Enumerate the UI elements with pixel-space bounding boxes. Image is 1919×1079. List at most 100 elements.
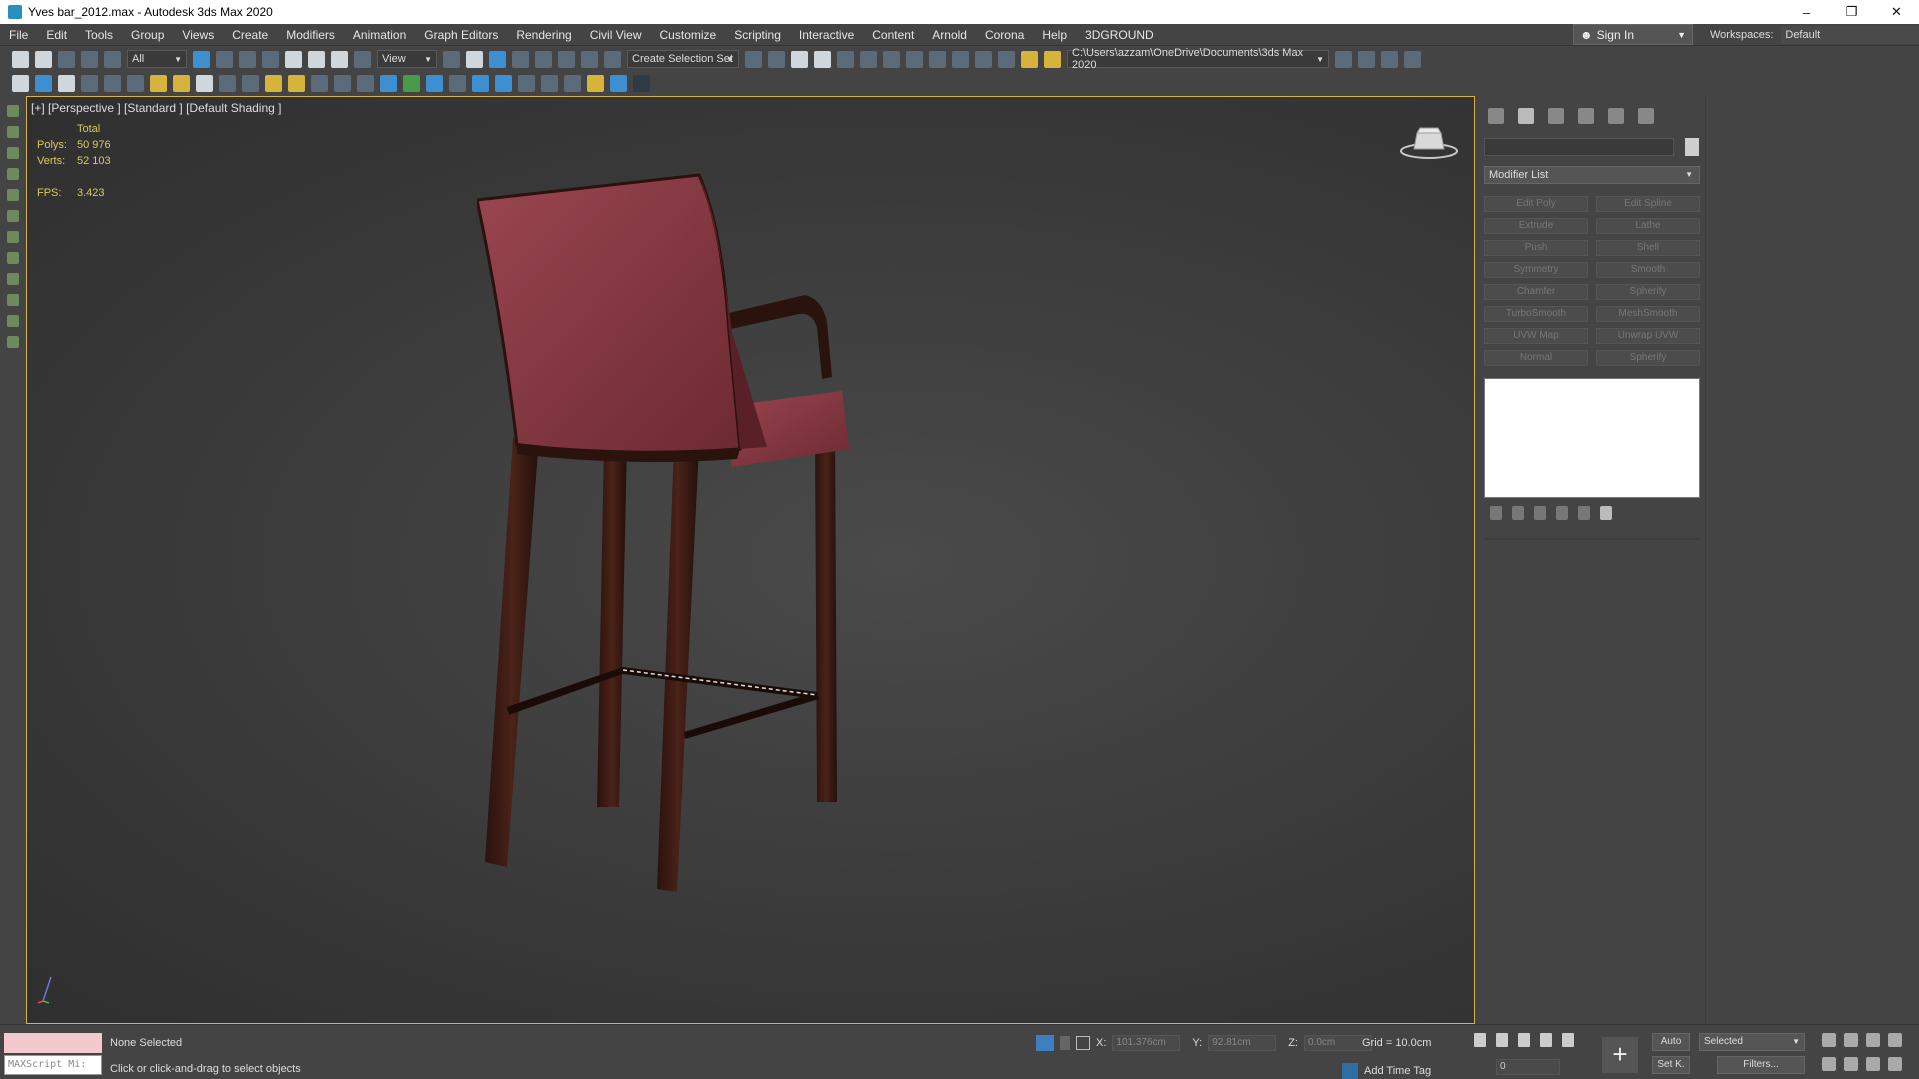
minimize-button[interactable]: –	[1784, 0, 1829, 24]
curve-editor-icon[interactable]	[860, 50, 877, 68]
absolute-mode-icon[interactable]	[1076, 1036, 1090, 1050]
menu-help[interactable]: Help	[1033, 28, 1076, 42]
pin-icon[interactable]	[587, 74, 604, 92]
lathe-button[interactable]: Lathe	[1596, 218, 1700, 234]
tool-icon[interactable]	[7, 294, 19, 306]
uvw-map-button[interactable]: UVW Map	[1484, 328, 1588, 344]
extrude-button[interactable]: Extrude	[1484, 218, 1588, 234]
grid-dots-icon[interactable]	[633, 74, 650, 92]
spinner-snap-icon[interactable]	[581, 50, 598, 68]
show-end-result-icon[interactable]	[1512, 506, 1524, 520]
menu-views[interactable]: Views	[173, 28, 223, 42]
rect-selection-icon[interactable]	[239, 50, 256, 68]
spherify-button-2[interactable]: Spherify	[1596, 350, 1700, 366]
layers-icon[interactable]	[81, 74, 98, 92]
shapes-icon[interactable]	[311, 74, 328, 92]
zoom-all-icon[interactable]	[1844, 1033, 1858, 1047]
menu-create[interactable]: Create	[223, 28, 277, 42]
display-tab-icon[interactable]	[1608, 108, 1624, 124]
export-project-icon[interactable]	[1404, 50, 1421, 68]
object-name-field[interactable]	[1484, 138, 1674, 156]
spherify-button[interactable]: Spherify	[1596, 284, 1700, 300]
plant-icon[interactable]	[403, 74, 420, 92]
light-icon[interactable]	[265, 74, 282, 92]
menu-tools[interactable]: Tools	[76, 28, 122, 42]
unwrap-uvw-button[interactable]: Unwrap UVW	[1596, 328, 1700, 344]
object-color-swatch[interactable]	[1685, 138, 1699, 156]
tool-icon[interactable]	[7, 252, 19, 264]
select-object-icon[interactable]	[193, 50, 210, 68]
delete-icon[interactable]	[1578, 506, 1590, 520]
select-by-name-icon[interactable]	[216, 50, 233, 68]
maximize-viewport-icon[interactable]	[1888, 1057, 1902, 1071]
workspace-dropdown[interactable]: Default	[1781, 26, 1919, 44]
select-manipulate-icon[interactable]	[466, 50, 483, 68]
render-in-cloud-icon[interactable]	[1021, 50, 1038, 68]
menu-rendering[interactable]: Rendering	[507, 28, 580, 42]
rotate-icon[interactable]	[308, 50, 325, 68]
maxscript-listener-output[interactable]	[4, 1033, 102, 1053]
scene-explorer-icon[interactable]	[791, 50, 808, 68]
cylinder-icon[interactable]	[173, 74, 190, 92]
perspective-viewport[interactable]: [+] [Perspective ] [Standard ] [Default …	[26, 96, 1475, 1024]
snaps-toggle-icon[interactable]	[512, 50, 529, 68]
box-icon[interactable]	[150, 74, 167, 92]
motion-tab-icon[interactable]	[1578, 108, 1594, 124]
teapot-icon[interactable]	[12, 74, 29, 92]
tool-icon[interactable]	[7, 315, 19, 327]
menu-corona[interactable]: Corona	[976, 28, 1033, 42]
tool-icon[interactable]	[7, 210, 19, 222]
cone-icon[interactable]	[242, 74, 259, 92]
modifier-list-dropdown[interactable]: Modifier List ▼	[1484, 166, 1700, 184]
viewport-label[interactable]: [+] [Perspective ] [Standard ] [Default …	[31, 101, 281, 115]
tool-icon[interactable]	[7, 231, 19, 243]
undo-icon[interactable]	[12, 50, 29, 68]
layer-manager-icon[interactable]	[104, 74, 121, 92]
pivot-icon[interactable]	[443, 50, 460, 68]
remove-modifier-icon[interactable]	[1556, 506, 1568, 520]
go-to-start-icon[interactable]	[1474, 1033, 1486, 1047]
render-frame-icon[interactable]	[952, 50, 969, 68]
mirror-icon[interactable]	[745, 50, 762, 68]
fb-icon[interactable]	[610, 74, 627, 92]
help-icon[interactable]	[541, 74, 558, 92]
project-path-dropdown[interactable]: C:\Users\azzam\OneDrive\Documents\3ds Ma…	[1067, 47, 1329, 71]
orbit-icon[interactable]	[1866, 1057, 1880, 1071]
shell-button[interactable]: Shell	[1596, 240, 1700, 256]
meshsmooth-button[interactable]: MeshSmooth	[1596, 306, 1700, 322]
hierarchy-tab-icon[interactable]	[1548, 108, 1564, 124]
tool-icon[interactable]	[7, 168, 19, 180]
create-tool-icon[interactable]	[7, 105, 19, 117]
helpers-icon[interactable]	[449, 74, 466, 92]
bar-chair-model[interactable]	[477, 167, 1037, 917]
ribbon-icon[interactable]	[837, 50, 854, 68]
angle-snap-icon[interactable]	[535, 50, 552, 68]
menu-interactive[interactable]: Interactive	[790, 28, 863, 42]
selection-filter-dropdown[interactable]: All ▼	[127, 50, 187, 68]
project-folder-icon[interactable]	[1335, 50, 1352, 68]
close-button[interactable]: ✕	[1874, 0, 1919, 24]
edit-spline-button[interactable]: Edit Spline	[1596, 196, 1700, 212]
material-icon[interactable]	[426, 74, 443, 92]
scale-icon[interactable]	[331, 50, 348, 68]
menu-group[interactable]: Group	[122, 28, 173, 42]
set-key-icon[interactable]: +	[1602, 1037, 1638, 1073]
link-icon[interactable]	[58, 50, 75, 68]
go-to-end-icon[interactable]	[1562, 1033, 1574, 1047]
edit-named-sets-icon[interactable]	[604, 50, 621, 68]
edit-poly-button[interactable]: Edit Poly	[1484, 196, 1588, 212]
modify-tab-icon[interactable]	[1518, 108, 1534, 124]
material-editor-icon[interactable]	[906, 50, 923, 68]
selection-set-dropdown[interactable]: Create Selection Set ▼	[627, 50, 739, 68]
ref-coord-dropdown[interactable]: View ▼	[377, 50, 437, 68]
lock-icon[interactable]	[1060, 1036, 1070, 1050]
play-icon[interactable]	[1518, 1033, 1530, 1047]
add-time-tag[interactable]: Add Time Tag	[1342, 1063, 1431, 1079]
push-button[interactable]: Push	[1484, 240, 1588, 256]
normal-button[interactable]: Normal	[1484, 350, 1588, 366]
menu-customize[interactable]: Customize	[651, 28, 726, 42]
sun-icon[interactable]	[288, 74, 305, 92]
x-coordinate-field[interactable]: 101.376cm	[1112, 1035, 1181, 1051]
clone-icon[interactable]	[127, 74, 144, 92]
spline-icon[interactable]	[334, 74, 351, 92]
